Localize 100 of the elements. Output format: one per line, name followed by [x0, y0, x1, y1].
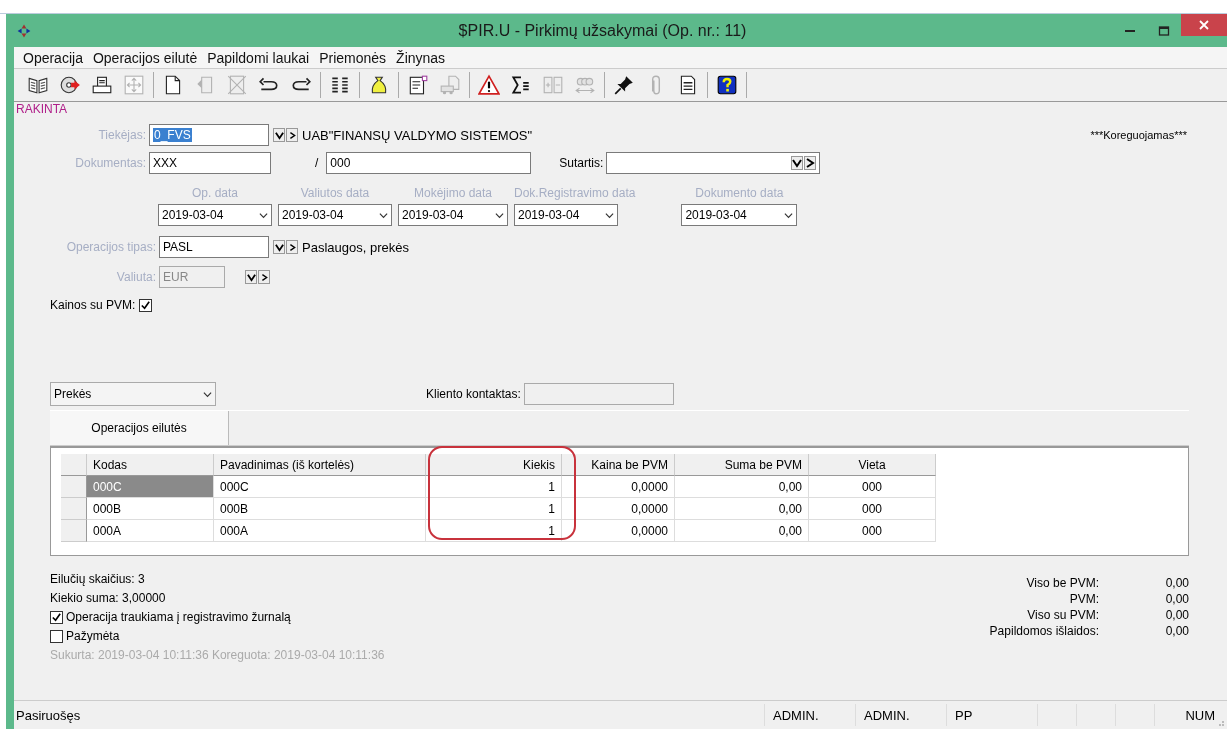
column-header[interactable]: Vieta	[809, 454, 936, 476]
warning-icon	[478, 74, 500, 96]
separator-label: /	[315, 156, 319, 170]
plus-minus-icon	[542, 74, 564, 96]
next-button[interactable]	[258, 270, 270, 284]
checkbox-label: Operacija traukiama į registravimo žurnalą	[66, 610, 291, 624]
sum-icon	[510, 74, 532, 96]
chevron-down-icon	[784, 210, 794, 220]
status-panel: ADMIN.	[855, 704, 946, 726]
date-picker[interactable]: 2019-03-04	[158, 204, 272, 226]
lookup-button[interactable]	[245, 270, 257, 284]
printer-icon	[91, 74, 113, 96]
column-header[interactable]: Kaina be PVM	[562, 454, 675, 476]
table-cell: 0,0000	[562, 476, 675, 498]
chevron-down-icon	[246, 272, 256, 282]
client-contact-field[interactable]	[523, 383, 674, 405]
date-picker[interactable]: 2019-03-04	[278, 204, 392, 226]
chevron-right-icon	[804, 156, 817, 170]
date-picker[interactable]: 2019-03-04	[398, 204, 508, 226]
lookup-button[interactable]	[273, 128, 285, 142]
quantity-sum-label: Kiekio suma: 3,00000	[50, 591, 167, 605]
checkbox[interactable]	[50, 610, 63, 624]
total-label: Viso su PVM:	[1026, 608, 1099, 622]
table-cell: 0,00	[675, 476, 809, 498]
chevron-right-icon	[260, 272, 268, 282]
column-header[interactable]: Kiekis	[426, 454, 562, 476]
field-label: Dokumentas:	[74, 156, 147, 170]
operation-type-field[interactable]: PASL	[159, 236, 269, 258]
menu-item[interactable]: Papildomi laukai	[202, 49, 315, 66]
menu-item[interactable]: Operacija	[18, 49, 88, 66]
lock-label: RAKINTA	[16, 102, 68, 116]
maximize-icon	[1158, 24, 1170, 37]
column-header[interactable]: Kodas	[87, 454, 214, 476]
next-button[interactable]	[286, 240, 298, 254]
date-label: Dokumento data	[694, 186, 785, 200]
close-button[interactable]	[1181, 14, 1227, 36]
column-header[interactable]: Suma be PVM	[675, 454, 809, 476]
total-value: 0,00	[1164, 592, 1189, 606]
document-number-field[interactable]: 000	[326, 152, 532, 174]
table-cell: 1	[426, 498, 562, 520]
contract-label: Sutartis:	[559, 156, 605, 170]
audit-info: Sukurta: 2019-03-04 10:11:36 Koreguota: 2019-03-04 10:11:36	[50, 648, 385, 662]
pushpin-icon	[613, 74, 635, 96]
checkbox[interactable]	[139, 298, 153, 312]
contract-field[interactable]	[606, 152, 821, 174]
total-label: Papildomos išlaidos:	[989, 624, 1099, 638]
row-header	[61, 454, 87, 476]
tab[interactable]: Operacijos eilutės	[50, 411, 229, 445]
supplier-field[interactable]: 0_FVS	[149, 124, 269, 146]
status-message: Pasiruošęs	[15, 707, 82, 723]
supplier-name: UAB"FINANSŲ VALDYMO SISTEMOS"	[302, 127, 533, 143]
close-icon	[1198, 19, 1210, 31]
checkbox[interactable]	[50, 629, 63, 643]
date-picker[interactable]: 2019-03-04	[514, 204, 618, 226]
field-label: Operacijos tipas:	[65, 240, 157, 254]
status-panel: PP	[946, 704, 1037, 726]
date-picker[interactable]: 2019-03-04	[681, 204, 798, 226]
category-dropdown[interactable]: Prekės	[50, 382, 216, 406]
total-value: 0,00	[1164, 576, 1189, 590]
move-arrows-icon	[123, 74, 145, 96]
menu-item[interactable]: Priemonės	[314, 49, 392, 66]
date-label: Op. data	[191, 186, 239, 200]
checkbox-label: Pažymėta	[66, 629, 120, 643]
field-label: Kliento kontaktas:	[426, 387, 521, 401]
table-cell: 000B	[87, 498, 214, 520]
minimize-icon	[1125, 29, 1135, 32]
chevron-down-icon	[495, 210, 504, 220]
table-cell: 1	[426, 476, 562, 498]
chevron-down-icon	[259, 210, 268, 220]
chevron-down-icon	[605, 210, 614, 220]
table-cell: 000B	[214, 498, 426, 520]
date-label: Valiutos data	[299, 186, 371, 200]
menu-item[interactable]: Operacijos eilutė	[87, 49, 203, 66]
table-cell: 0,00	[675, 498, 809, 520]
column-header[interactable]: Pavadinimas (iš kortelės)	[214, 454, 426, 476]
total-label: PVM:	[1068, 592, 1099, 606]
field-label: Tiekėjas:	[97, 128, 147, 142]
table-cell: 0,0000	[562, 498, 675, 520]
menu-item[interactable]: Žinynas	[391, 49, 451, 66]
field-label: Valiuta:	[115, 270, 157, 284]
table-cell: 000	[809, 476, 936, 498]
chevron-right-icon	[288, 130, 296, 140]
table-cell: 000A	[87, 520, 214, 542]
lookup-button[interactable]	[273, 240, 285, 254]
operation-type-description: Paslaugos, prekės	[302, 239, 409, 255]
next-button[interactable]	[286, 128, 298, 142]
window-title: $PIR.U - Pirkimų užsakymai (Op. nr.: 11)	[457, 21, 748, 40]
table-cell: 0,0000	[562, 520, 675, 542]
chevron-down-icon	[379, 210, 388, 220]
date-label: Mokėjimo data	[412, 186, 493, 200]
date-label: Dok.Registravimo data	[514, 186, 636, 200]
table-cell: 1	[426, 520, 562, 542]
checkbox-label: Kainos su PVM:	[50, 298, 136, 312]
page-cross-icon	[226, 74, 248, 96]
total-value: 0,00	[1164, 624, 1189, 638]
total-label: Viso be PVM:	[1025, 576, 1099, 590]
total-value: 0,00	[1164, 608, 1189, 622]
edit-state-label: ***Koreguojamas***	[1090, 129, 1187, 141]
table-cell: 000	[809, 498, 936, 520]
document-field[interactable]: XXX	[149, 152, 271, 174]
